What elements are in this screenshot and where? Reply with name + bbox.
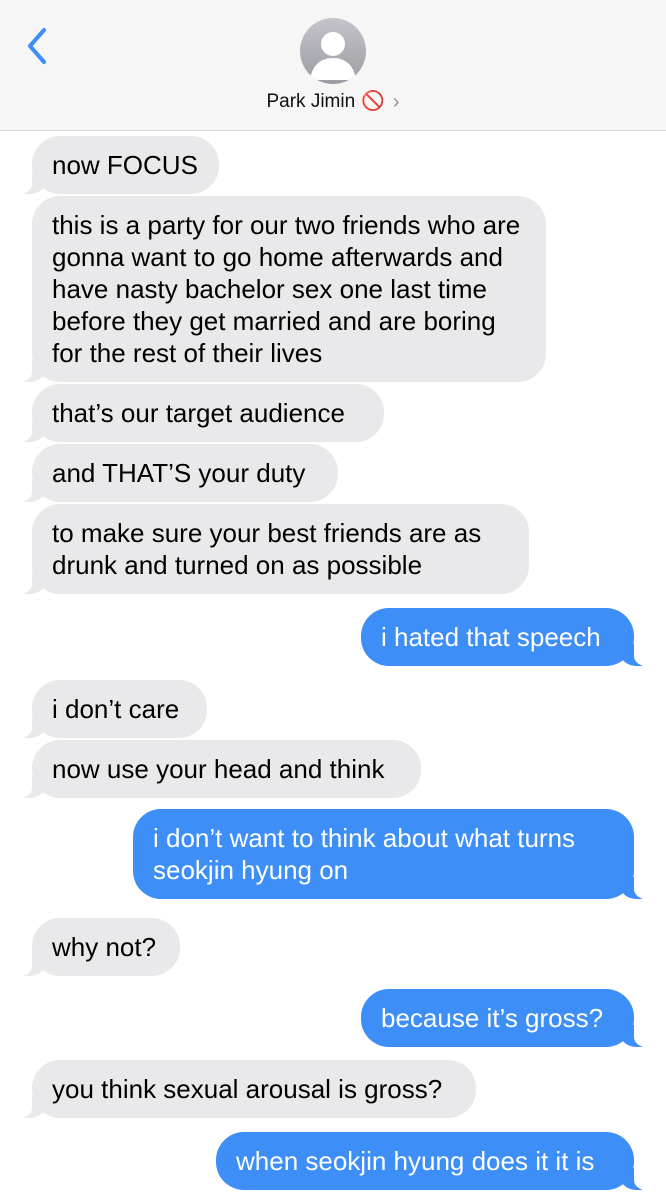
back-button[interactable] bbox=[18, 22, 58, 70]
sent-message: because it’s gross? bbox=[361, 989, 652, 1047]
received-message: now use your head and think bbox=[14, 740, 421, 798]
sent-message: when seokjin hyung does it it is bbox=[216, 1132, 652, 1190]
received-message: i don’t care bbox=[14, 680, 207, 738]
message-thread: now FOCUS this is a party for our two fr… bbox=[0, 130, 666, 1200]
prohibited-emoji-icon: 🚫 bbox=[361, 91, 385, 112]
received-message: this is a party for our two friends who … bbox=[14, 196, 546, 382]
sent-message: i hated that speech bbox=[361, 608, 652, 666]
contact-name-row[interactable]: Park Jimin 🚫 › bbox=[0, 88, 666, 116]
person-silhouette-icon bbox=[310, 32, 356, 80]
received-message: to make sure your best friends are as dr… bbox=[14, 504, 529, 594]
received-message: and THAT’S your duty bbox=[14, 444, 338, 502]
contact-name: Park Jimin bbox=[266, 91, 356, 112]
received-message: you think sexual arousal is gross? bbox=[14, 1060, 476, 1118]
sent-message: i don’t want to think about what turns s… bbox=[133, 809, 652, 899]
chevron-left-icon bbox=[28, 28, 46, 64]
chevron-right-icon: › bbox=[392, 91, 400, 113]
received-message: now FOCUS bbox=[14, 136, 219, 194]
received-message: why not? bbox=[14, 918, 180, 976]
received-message: that’s our target audience bbox=[14, 384, 384, 442]
avatar[interactable] bbox=[300, 18, 366, 84]
conversation-header: Park Jimin 🚫 › bbox=[0, 0, 666, 131]
